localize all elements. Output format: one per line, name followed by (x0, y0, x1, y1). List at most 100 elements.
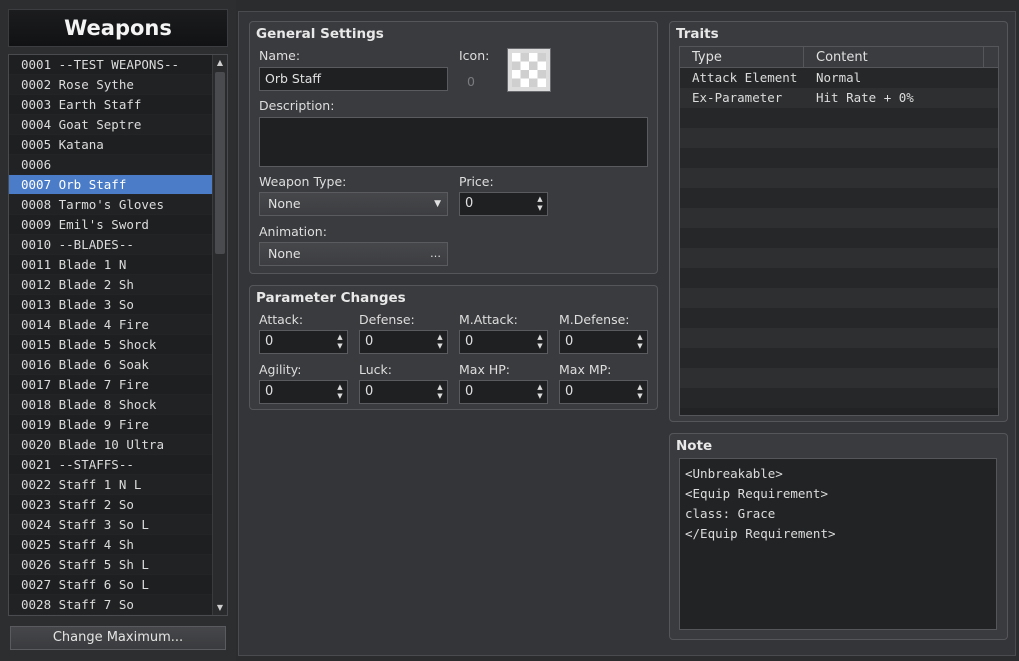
trait-row[interactable] (680, 248, 998, 268)
weapon-list-item[interactable]: 0019 Blade 9 Fire (9, 415, 212, 435)
weapon-list-item[interactable]: 0006 (9, 155, 212, 175)
trait-row[interactable]: Attack Element Normal (680, 68, 998, 88)
trait-row[interactable] (680, 188, 998, 208)
name-input[interactable]: Orb Staff (259, 67, 448, 91)
parameter-spinbox[interactable]: 0 ▲ ▼ (459, 330, 548, 354)
icon-picker[interactable] (507, 48, 551, 92)
database-list-column: Weapons 0001 --TEST WEAPONS-- 0002 Rose S… (0, 0, 236, 661)
parameter-value: 0 (465, 334, 474, 349)
weapon-list-item[interactable]: 0028 Staff 7 So (9, 595, 212, 615)
scrollbar-thumb[interactable] (215, 72, 225, 254)
trait-row[interactable] (680, 288, 998, 308)
trait-row[interactable]: Ex-Parameter Hit Rate + 0% (680, 88, 998, 108)
weapon-list-item[interactable]: 0009 Emil's Sword (9, 215, 212, 235)
spin-arrows-icon[interactable]: ▲ ▼ (636, 333, 644, 351)
traits-rows: Attack Element Normal Ex-Parameter Hit Rate… (680, 68, 998, 408)
trait-row[interactable] (680, 148, 998, 168)
price-spinbox[interactable]: 0 ▲ ▼ (459, 192, 548, 216)
description-input[interactable] (259, 117, 648, 167)
traits-table[interactable]: Type Content Attack Element Normal Ex-Para… (679, 46, 999, 416)
parameter-label: Max MP: (559, 362, 612, 377)
column-header-content[interactable]: Content (804, 47, 984, 68)
spin-arrows-icon[interactable]: ▲ ▼ (536, 383, 544, 401)
weapon-list-item[interactable]: 0022 Staff 1 N L (9, 475, 212, 495)
weapon-list-item[interactable]: 0005 Katana (9, 135, 212, 155)
weapon-type-label: Weapon Type: (259, 174, 347, 189)
price-value: 0 (465, 196, 474, 211)
weapon-list-item[interactable]: 0015 Blade 5 Shock (9, 335, 212, 355)
trait-row[interactable] (680, 368, 998, 388)
icon-index: 0 (467, 74, 475, 89)
weapon-list-item[interactable]: 0001 --TEST WEAPONS-- (9, 55, 212, 75)
weapon-list-item[interactable]: 0010 --BLADES-- (9, 235, 212, 255)
weapon-list-item[interactable]: 0024 Staff 3 So L (9, 515, 212, 535)
trait-row[interactable] (680, 308, 998, 328)
traits-title: Traits (676, 26, 719, 42)
column-header-type[interactable]: Type (680, 47, 804, 68)
trait-row[interactable] (680, 328, 998, 348)
parameter-spinbox[interactable]: 0 ▲ ▼ (359, 330, 448, 354)
parameter-spinbox[interactable]: 0 ▲ ▼ (259, 330, 348, 354)
animation-label: Animation: (259, 224, 327, 239)
parameter-value: 0 (565, 334, 574, 349)
editor-area: General Settings Name: Orb Staff Icon: 0… (238, 11, 1016, 656)
transparent-icon (512, 53, 546, 87)
trait-row[interactable] (680, 208, 998, 228)
trait-content: Hit Rate + 0% (816, 90, 914, 105)
weapon-list[interactable]: 0001 --TEST WEAPONS-- 0002 Rose Sythe 0003… (8, 54, 228, 616)
parameter-spinbox[interactable]: 0 ▲ ▼ (559, 330, 648, 354)
weapon-list-item[interactable]: 0023 Staff 2 So (9, 495, 212, 515)
spin-arrows-icon[interactable]: ▲ ▼ (436, 383, 444, 401)
note-line: </Equip Requirement> (685, 526, 836, 541)
trait-row[interactable] (680, 108, 998, 128)
weapon-list-item[interactable]: 0013 Blade 3 So (9, 295, 212, 315)
trait-row[interactable] (680, 228, 998, 248)
spin-arrows-icon[interactable]: ▲ ▼ (636, 383, 644, 401)
parameter-spinbox[interactable]: 0 ▲ ▼ (259, 380, 348, 404)
trait-type: Attack Element (692, 70, 798, 85)
weapon-list-item[interactable]: 0016 Blade 6 Soak (9, 355, 212, 375)
scroll-down-arrow-icon[interactable]: ▼ (213, 600, 227, 615)
scroll-up-arrow-icon[interactable]: ▲ (213, 55, 227, 70)
spin-arrows-icon[interactable]: ▲ ▼ (336, 333, 344, 351)
weapon-list-item[interactable]: 0002 Rose Sythe (9, 75, 212, 95)
spin-arrows-icon[interactable]: ▲ ▼ (536, 333, 544, 351)
ellipsis-button-icon[interactable]: … (430, 243, 441, 265)
trait-row[interactable] (680, 388, 998, 408)
weapon-list-item[interactable]: 0021 --STAFFS-- (9, 455, 212, 475)
weapon-list-item[interactable]: 0014 Blade 4 Fire (9, 315, 212, 335)
weapon-list-item[interactable]: 0003 Earth Staff (9, 95, 212, 115)
animation-value: None (268, 246, 301, 261)
trait-row[interactable] (680, 348, 998, 368)
weapon-list-item[interactable]: 0018 Blade 8 Shock (9, 395, 212, 415)
trait-content: Normal (816, 70, 862, 85)
spin-arrows-icon[interactable]: ▲ ▼ (336, 383, 344, 401)
weapon-list-item[interactable]: 0026 Staff 5 Sh L (9, 555, 212, 575)
change-maximum-button[interactable]: Change Maximum... (10, 626, 226, 650)
note-textarea[interactable]: <Unbreakable> <Equip Requirement> class: G… (679, 458, 997, 630)
parameter-spinbox[interactable]: 0 ▲ ▼ (459, 380, 548, 404)
trait-row[interactable] (680, 128, 998, 148)
parameter-value: 0 (365, 334, 374, 349)
spin-arrows-icon[interactable]: ▲ ▼ (436, 333, 444, 351)
trait-row[interactable] (680, 168, 998, 188)
weapon-list-item[interactable]: 0008 Tarmo's Gloves (9, 195, 212, 215)
weapon-list-item[interactable]: 0020 Blade 10 Ultra (9, 435, 212, 455)
animation-select[interactable]: None … (259, 242, 448, 266)
parameter-spinbox[interactable]: 0 ▲ ▼ (559, 380, 648, 404)
list-scrollbar[interactable]: ▲ ▼ (212, 55, 227, 615)
weapon-list-item[interactable]: 0025 Staff 4 Sh (9, 535, 212, 555)
parameter-spinbox[interactable]: 0 ▲ ▼ (359, 380, 448, 404)
weapon-list-item[interactable]: 0011 Blade 1 N (9, 255, 212, 275)
note-line: class: Grace (685, 506, 776, 521)
weapon-list-item[interactable]: 0004 Goat Septre (9, 115, 212, 135)
spin-arrows-icon[interactable]: ▲ ▼ (536, 195, 544, 213)
trait-row[interactable] (680, 268, 998, 288)
weapon-list-item[interactable]: 0012 Blade 2 Sh (9, 275, 212, 295)
weapon-list-item[interactable]: 0007 Orb Staff (9, 175, 212, 195)
name-label: Name: (259, 48, 301, 63)
weapon-list-item[interactable]: 0017 Blade 7 Fire (9, 375, 212, 395)
parameter-label: Defense: (359, 312, 415, 327)
weapon-type-select[interactable]: None ▼ (259, 192, 448, 216)
weapon-list-item[interactable]: 0027 Staff 6 So L (9, 575, 212, 595)
